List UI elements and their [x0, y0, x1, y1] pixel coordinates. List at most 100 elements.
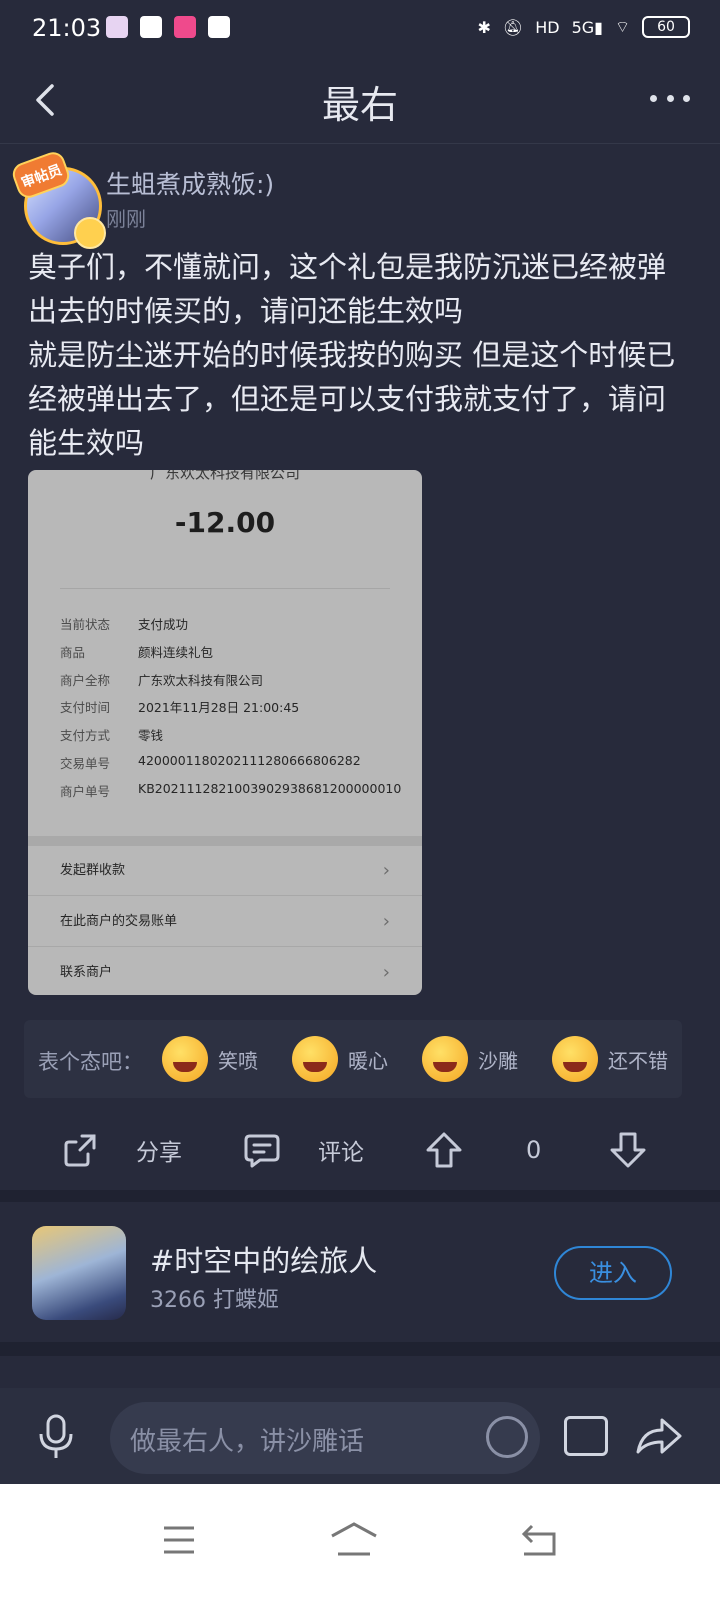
receipt-value: 2021年11月28日 21:00:45 [138, 700, 300, 715]
home-icon[interactable] [330, 1520, 380, 1560]
chevron-right-icon: › [382, 860, 390, 881]
more-options-button[interactable] [650, 88, 690, 108]
dot-icon [650, 94, 657, 102]
topic-card[interactable]: #时空中的绘旅人 3266 打蝶姬 进入 [0, 1202, 720, 1342]
page-title: 最右 [321, 83, 398, 127]
receipt-value: 广东欢太科技有限公司 [138, 673, 264, 688]
reaction-not-bad[interactable]: 还不错 [552, 1035, 668, 1083]
receipt-row: 支付时间 2021年11月28日 21:00:45 [60, 697, 299, 716]
receipt-value: 支付成功 [138, 617, 189, 632]
divider [0, 1190, 720, 1202]
comment-composer: 做最右人，讲沙雕话 [0, 1388, 720, 1484]
author-name[interactable]: 生蛆煮成熟饭:) [106, 165, 274, 201]
receipt-row: 支付方式 零钱 [60, 725, 163, 744]
battery-indicator: 60 [642, 16, 690, 38]
emoji-picker-icon[interactable] [486, 1416, 528, 1458]
status-app-icons [106, 16, 230, 38]
hd-icon: HD [535, 17, 560, 37]
post-image-receipt[interactable]: 广东欢太科技有限公司 -12.00 当前状态 支付成功 商品 颜料连续礼包 商户… [28, 470, 422, 995]
status-time: 21:03 [32, 14, 102, 42]
post-text-line: 就是防尘迷开始的时候我按的购买 但是这个时候已经被弹出去了，但还是可以支付我就支… [28, 338, 676, 460]
receipt-value: 4200001180202111280666806282 [138, 753, 361, 768]
receipt-action-label: 发起群收款 [60, 863, 126, 878]
reaction-bar: 表个态吧： 笑喷 暖心 沙雕 还不错 [24, 1020, 682, 1098]
post-action-bar: 分享 评论 0 [0, 1110, 720, 1190]
receipt-key: 支付时间 [60, 700, 111, 715]
app-notification-icon [106, 16, 128, 38]
reaction-label: 还不错 [608, 1048, 668, 1073]
topic-thumbnail [32, 1226, 126, 1320]
post-time: 刚刚 [106, 207, 146, 231]
receipt-key: 当前状态 [60, 617, 111, 632]
post: 审帖员 生蛆煮成熟饭:) 刚刚 臭子们，不懂就问，这个礼包是我防沉迷已经被弹出去… [0, 145, 720, 1190]
receipt-key: 交易单号 [60, 756, 111, 771]
back-nav-icon[interactable] [520, 1520, 570, 1560]
smirk-emoji-icon [552, 1036, 598, 1082]
dot-icon [683, 94, 690, 102]
receipt-row: 交易单号 4200001180202111280666806282 [60, 753, 361, 772]
silly-emoji-icon [422, 1036, 468, 1082]
image-picker-icon[interactable] [564, 1416, 608, 1456]
comment-icon [244, 1134, 280, 1168]
5g-signal-icon: 5G▮ [571, 17, 603, 37]
receipt-action-row: 发起群收款 › [28, 846, 422, 896]
vote-count: 0 [526, 1110, 541, 1190]
reaction-label: 沙雕 [478, 1048, 518, 1073]
top-header: 最右 [0, 58, 720, 144]
downvote-icon [610, 1132, 646, 1168]
receipt-row: 商品 颜料连续礼包 [60, 642, 213, 661]
enter-topic-button[interactable]: 进入 [554, 1246, 672, 1300]
comment-label: 评论 [318, 1140, 364, 1166]
reaction-silly[interactable]: 沙雕 [422, 1035, 518, 1083]
status-indicators: ✱ 🔕︎ HD 5G▮ ⌔ 60 [477, 16, 690, 38]
wifi-icon: ⌔ [614, 17, 630, 36]
receipt-value: 颜料连续礼包 [138, 645, 214, 660]
upvote-button[interactable] [424, 1110, 464, 1190]
divider [0, 1342, 720, 1356]
share-icon [64, 1134, 96, 1167]
chevron-right-icon: › [382, 911, 390, 932]
divider [28, 836, 422, 846]
receipt-key: 商户全称 [60, 673, 111, 688]
author-avatar[interactable]: 审帖员 [9, 148, 106, 249]
comment-button[interactable]: 评论 [242, 1110, 364, 1190]
post-text-line: 臭子们，不懂就问，这个礼包是我防沉迷已经被弹出去的时候买的，请问还能生效吗 [28, 250, 667, 328]
heart-hug-emoji-icon [292, 1036, 338, 1082]
reaction-laugh[interactable]: 笑喷 [162, 1035, 258, 1083]
dot-icon [666, 94, 674, 102]
receipt-action-row: 在此商户的交易账单 › [28, 897, 422, 947]
reaction-warm[interactable]: 暖心 [292, 1035, 388, 1083]
comment-input-placeholder: 做最右人，讲沙雕话 [130, 1427, 365, 1457]
bluetooth-icon: ✱ [477, 17, 491, 37]
receipt-row: 商户单号 KB2021112821003902938681200000010 [60, 781, 401, 800]
share-button[interactable]: 分享 [60, 1110, 182, 1190]
github-icon [208, 16, 230, 38]
status-bar: 21:03 ✱ 🔕︎ HD 5G▮ ⌔ 60 [0, 0, 720, 58]
receipt-key: 支付方式 [60, 728, 111, 743]
topic-name: #时空中的绘旅人 [150, 1244, 378, 1278]
receipt-key: 商品 [60, 645, 86, 660]
reaction-label: 笑喷 [218, 1048, 258, 1073]
chevron-right-icon: › [382, 962, 390, 983]
post-content: 臭子们，不懂就问，这个礼包是我防沉迷已经被弹出去的时候买的，请问还能生效吗 就是… [28, 245, 688, 465]
forward-icon[interactable] [636, 1416, 682, 1456]
receipt-value: KB2021112821003902938681200000010 [138, 781, 402, 796]
comment-input[interactable]: 做最右人，讲沙雕话 [110, 1402, 540, 1474]
menu-icon[interactable] [160, 1520, 210, 1560]
receipt-key: 商户单号 [60, 784, 111, 799]
mute-icon: 🔕︎ [502, 17, 524, 37]
app-notification-icon [174, 16, 196, 38]
vote-count-value: 0 [526, 1136, 542, 1164]
downvote-button[interactable] [608, 1110, 648, 1190]
receipt-action-label: 联系商户 [60, 965, 113, 980]
laughing-emoji-icon [162, 1036, 208, 1082]
receipt-value: 零钱 [138, 728, 164, 743]
microphone-button[interactable] [36, 1414, 76, 1460]
reaction-label: 暖心 [348, 1048, 388, 1073]
receipt-action-row: 联系商户 › [28, 948, 422, 995]
upvote-icon [426, 1132, 462, 1168]
receipt-action-label: 在此商户的交易账单 [60, 914, 178, 929]
receipt-row: 商户全称 广东欢太科技有限公司 [60, 670, 263, 689]
receipt-row: 当前状态 支付成功 [60, 614, 188, 633]
system-nav-bar [0, 1484, 720, 1600]
